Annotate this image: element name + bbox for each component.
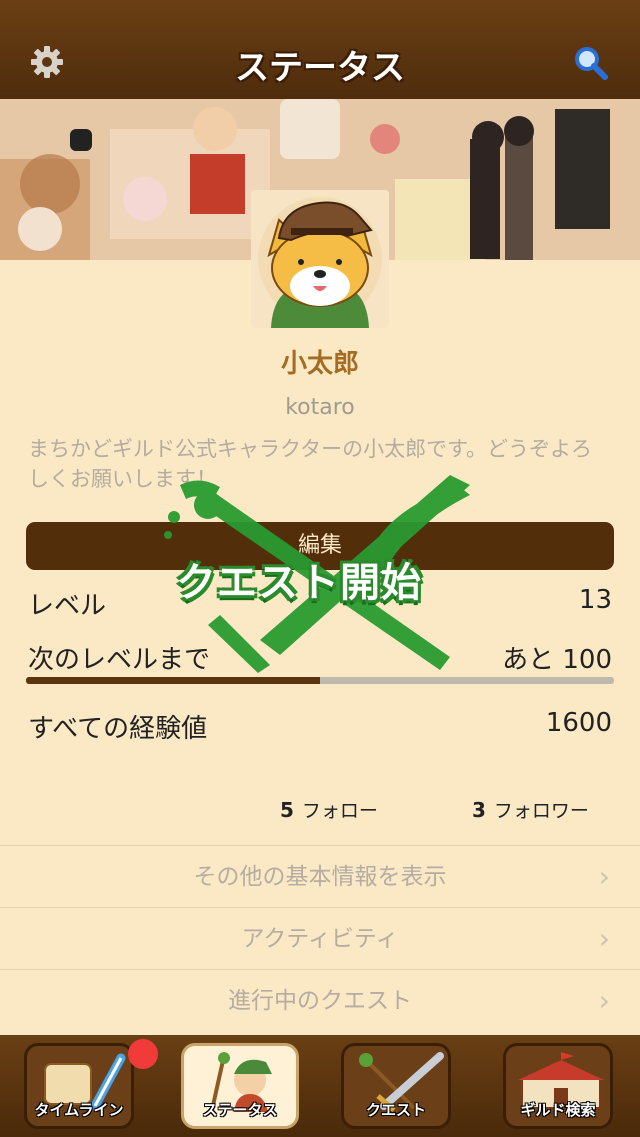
notification-badge <box>128 1039 158 1069</box>
avatar <box>251 190 389 328</box>
profile-user-id: kotaro <box>285 395 355 420</box>
level-label: レベル <box>28 591 107 621</box>
experience-progress-bar <box>26 677 614 684</box>
page-title: ステータス <box>235 48 405 88</box>
chevron-right-icon: › <box>598 922 610 955</box>
list-item-active-quests[interactable]: 進行中のクエスト › <box>0 969 640 1032</box>
tab-guild-search[interactable]: ギルド検索 <box>503 1043 613 1129</box>
tab-status[interactable]: ステータス <box>181 1043 299 1129</box>
follow-count: 5 <box>280 798 294 822</box>
follower-label: フォロワー <box>493 800 589 822</box>
profile-name: 小太郎 <box>280 349 359 379</box>
tab-timeline[interactable]: タイムライン <box>24 1043 134 1129</box>
next-level-value: あと 100 <box>502 645 612 675</box>
quest-start-text: クエスト開始 <box>176 560 422 606</box>
total-experience-value: 1600 <box>545 708 612 738</box>
tab-label: タイムライン <box>34 1101 124 1119</box>
list-item-basic-info[interactable]: その他の基本情報を表示 › <box>0 845 640 908</box>
total-experience-label: すべての経験値 <box>28 714 208 744</box>
tab-label: ギルド検索 <box>520 1101 596 1119</box>
list-item-activity[interactable]: アクティビティ › <box>0 907 640 970</box>
tab-quest[interactable]: クエスト <box>341 1043 451 1129</box>
follow-link[interactable]: 5 フォロー <box>280 796 378 823</box>
experience-progress-fill <box>26 677 320 684</box>
follower-count: 3 <box>472 798 486 822</box>
nav-bar: ステータス <box>0 0 640 99</box>
list-item-label: アクティビティ <box>241 926 399 952</box>
level-value: 13 <box>578 585 612 615</box>
chevron-right-icon: › <box>598 984 610 1017</box>
follow-label: フォロー <box>301 800 378 822</box>
tab-bar: タイムライン ステータス クエスト ギルド検索 <box>0 1035 640 1137</box>
search-icon[interactable] <box>572 44 610 82</box>
list-item-label: 進行中のクエスト <box>228 988 412 1014</box>
chevron-right-icon: › <box>598 860 610 893</box>
list-item-label: その他の基本情報を表示 <box>193 864 447 890</box>
tab-label: ステータス <box>202 1101 278 1119</box>
follower-link[interactable]: 3 フォロワー <box>472 796 589 823</box>
tab-label: クエスト <box>365 1101 426 1119</box>
